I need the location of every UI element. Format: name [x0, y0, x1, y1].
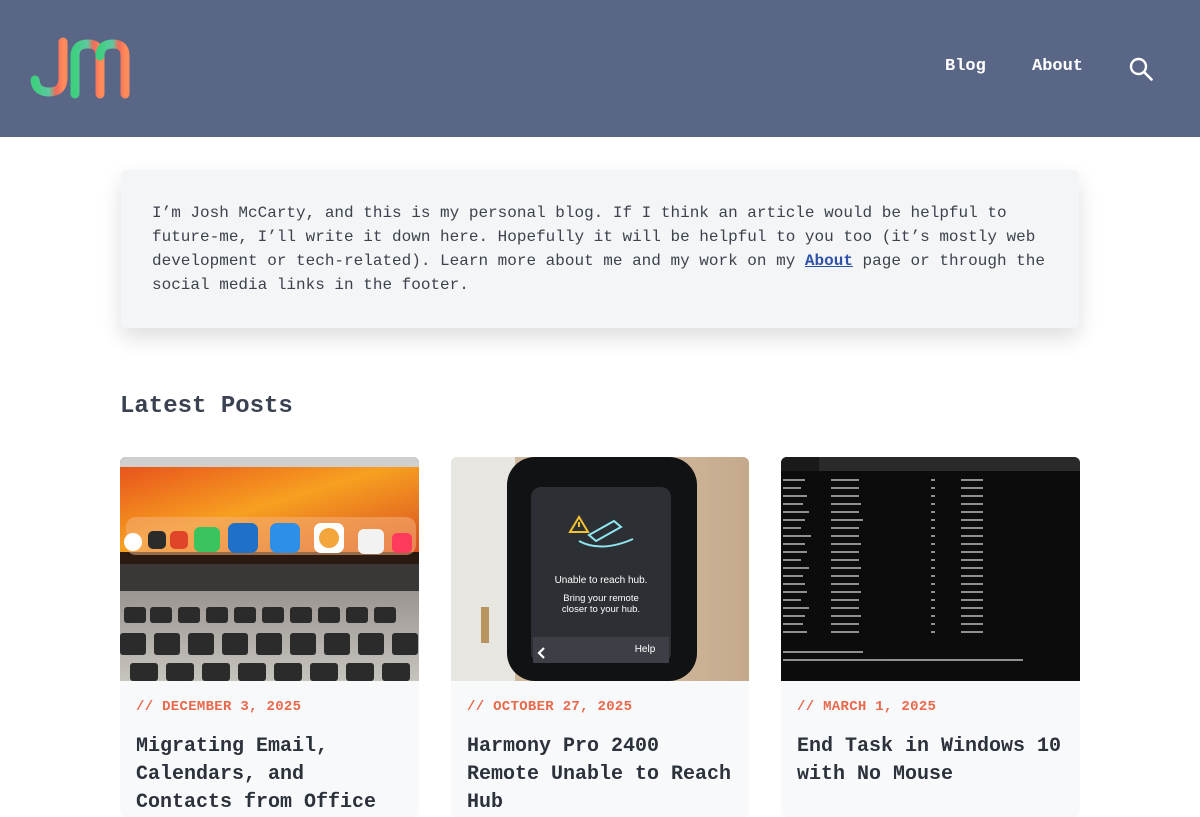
- remote-screen-hint-2: closer to your hub.: [562, 604, 640, 615]
- post-card-end-task[interactable]: // MARCH 1, 2025 End Task in Windows 10 …: [781, 457, 1080, 817]
- post-date: // MARCH 1, 2025: [797, 699, 937, 715]
- post-title-link[interactable]: End Task in Windows 10 with No Mouse: [797, 733, 1069, 789]
- jm-logo[interactable]: [30, 36, 132, 100]
- post-date: // DECEMBER 3, 2025: [136, 699, 302, 715]
- remote-screen-hint-1: Bring your remote: [563, 593, 639, 604]
- intro-about-link[interactable]: About: [805, 252, 853, 270]
- remote-screen-help: Help: [635, 644, 656, 655]
- post-thumbnail[interactable]: [120, 457, 419, 681]
- remote-screen-message: Unable to reach hub.: [555, 575, 648, 586]
- post-title-link[interactable]: Harmony Pro 2400 Remote Unable to Reach …: [467, 733, 739, 817]
- intro-text: I’m Josh McCarty, and this is my persona…: [152, 201, 1057, 297]
- nav-about-link[interactable]: About: [1032, 57, 1083, 77]
- post-card-email-migration[interactable]: // DECEMBER 3, 2025 Migrating Email, Cal…: [120, 457, 419, 817]
- post-title-link[interactable]: Migrating Email, Calendars, and Contacts…: [136, 733, 408, 817]
- post-card-harmony-remote[interactable]: Unable to reach hub. Bring your remote c…: [451, 457, 749, 817]
- post-date: // OCTOBER 27, 2025: [467, 699, 633, 715]
- latest-posts-heading: Latest Posts: [120, 393, 293, 420]
- search-icon[interactable]: [1128, 56, 1154, 82]
- site-header: Blog About: [0, 0, 1200, 137]
- nav-blog-link[interactable]: Blog: [945, 57, 986, 77]
- post-thumbnail[interactable]: [781, 457, 1080, 681]
- post-thumbnail[interactable]: Unable to reach hub. Bring your remote c…: [451, 457, 749, 681]
- intro-box: I’m Josh McCarty, and this is my persona…: [121, 170, 1079, 328]
